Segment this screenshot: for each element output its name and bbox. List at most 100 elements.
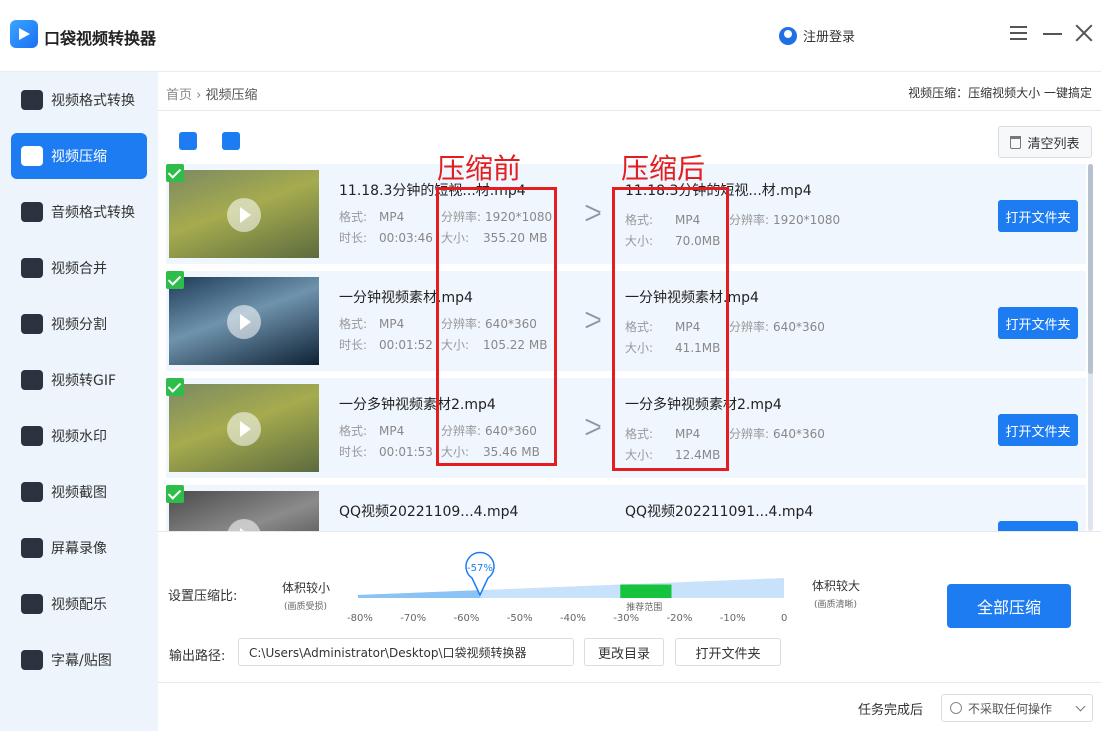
open-folder-button[interactable]: 打开文件夹 (998, 521, 1078, 531)
app-title: 口袋视频转换器 (44, 29, 157, 48)
prohibit-icon (950, 702, 962, 714)
sidebar-item-record[interactable]: 屏幕录像 (11, 525, 147, 571)
watermark-icon (21, 426, 43, 446)
record-icon (21, 538, 43, 558)
annotation-after-box (612, 187, 729, 471)
subtitle-icon (21, 650, 43, 670)
slider-tick-label: -50% (506, 613, 533, 624)
sidebar-item-label: 视频配乐 (51, 597, 107, 613)
annotation-after-label: 压缩后 (621, 152, 706, 185)
breadcrumb: 首页 › 视频压缩 (166, 84, 258, 103)
source-format: 格式: MP4 (339, 424, 405, 438)
split-icon (21, 314, 43, 334)
menu-icon[interactable] (1008, 22, 1030, 44)
sidebar-item-split[interactable]: 视频分割 (11, 301, 147, 347)
slider-tick-label: -40% (560, 613, 586, 624)
change-directory-button[interactable]: 更改目录 (584, 638, 664, 666)
sidebar-item-audio-convert[interactable]: 音频格式转换 (11, 189, 147, 235)
close-icon[interactable] (1073, 22, 1095, 44)
breadcrumb-current: 视频压缩 (205, 88, 258, 103)
sidebar-item-gif[interactable]: 视频转GIF (11, 357, 147, 403)
compression-slider[interactable] (358, 578, 784, 598)
compression-ratio-label: 设置压缩比: (168, 589, 238, 604)
check-icon[interactable] (166, 378, 184, 396)
sidebar-item-label: 音频格式转换 (51, 205, 135, 221)
sidebar-item-watermark[interactable]: 视频水印 (11, 413, 147, 459)
compress-all-button[interactable]: 全部压缩 (947, 584, 1071, 628)
source-duration: 时长: 00:03:46 (339, 231, 433, 245)
slider-handle[interactable]: -57% (464, 550, 496, 596)
app-logo-icon (10, 20, 38, 48)
check-icon[interactable] (166, 164, 184, 182)
trash-icon (1010, 135, 1022, 149)
open-folder-button[interactable]: 打开文件夹 (998, 200, 1078, 232)
play-icon[interactable] (227, 412, 261, 446)
video-thumbnail[interactable] (169, 491, 319, 531)
sidebar-item-subtitle[interactable]: 字幕/贴图 (11, 637, 147, 683)
open-output-folder-button[interactable]: 打开文件夹 (675, 638, 781, 666)
sidebar-item-label: 字幕/贴图 (51, 653, 112, 669)
gif-icon (21, 370, 43, 390)
slider-tick-label: -80% (347, 613, 373, 624)
large-size-label: 体积较大 (812, 579, 861, 593)
sidebar-item-screenshot[interactable]: 视频截图 (11, 469, 147, 515)
source-duration: 时长: 00:01:53 (339, 445, 433, 459)
recommended-range-label: 推荐范围 (626, 603, 663, 613)
compress-icon (21, 146, 43, 166)
clear-list-button[interactable]: 清空列表 (998, 126, 1092, 158)
shuffle-icon (585, 311, 601, 329)
output-path-input[interactable]: C:\Users\Administrator\Desktop\口袋视频转换器 (238, 638, 574, 666)
login-label: 注册登录 (803, 30, 856, 45)
open-folder-button[interactable]: 打开文件夹 (998, 414, 1078, 446)
sidebar-item-merge[interactable]: 视频合并 (11, 245, 147, 291)
shuffle-icon (585, 418, 601, 436)
sidebar-item-label: 视频转GIF (51, 373, 117, 389)
sidebar-item-video-convert[interactable]: 视频格式转换 (11, 77, 147, 123)
user-icon (779, 26, 797, 45)
slider-fill (358, 590, 481, 598)
divider (158, 682, 1101, 683)
list-scrollbar[interactable] (1088, 164, 1093, 531)
breadcrumb-home[interactable]: 首页 (166, 88, 192, 103)
audio-convert-icon (21, 202, 43, 222)
slider-tick-label: -70% (400, 613, 427, 624)
sidebar-item-compress[interactable]: 视频压缩 (11, 133, 147, 179)
sidebar-item-label: 屏幕录像 (51, 541, 107, 557)
source-file-name: QQ视频20221109...4.mp4 (339, 504, 519, 520)
slider-tick-label: -30% (613, 613, 640, 624)
play-icon[interactable] (227, 198, 261, 232)
scrollbar-thumb[interactable] (1088, 164, 1093, 374)
small-size-label: 体积较小 (282, 581, 331, 595)
title-bar: 口袋视频转换器 注册登录 (0, 0, 1101, 72)
video-thumbnail[interactable] (169, 170, 319, 258)
annotation-before-box (436, 187, 557, 466)
play-icon[interactable] (227, 519, 261, 531)
page-slogan: 视频压缩：压缩视频大小 一键搞定 (908, 86, 1092, 100)
add-folder-icon[interactable] (222, 132, 240, 150)
check-icon[interactable] (166, 485, 184, 503)
add-video-icon[interactable] (179, 132, 197, 150)
login-button[interactable]: 注册登录 (779, 26, 855, 45)
after-task-label: 任务完成后 (858, 703, 924, 718)
video-thumbnail[interactable] (169, 277, 319, 365)
compression-settings: 设置压缩比: 体积较小 (画质受损) 体积较大 (画质清晰) -80% -70% -… (158, 531, 1101, 731)
slider-tick-label: -60% (453, 613, 480, 624)
output-resolution: 分辨率: 640*360 (729, 320, 825, 334)
video-thumbnail[interactable] (169, 384, 319, 472)
open-folder-button[interactable]: 打开文件夹 (998, 307, 1078, 339)
chevron-down-icon (1075, 701, 1086, 712)
check-icon[interactable] (166, 271, 184, 289)
minimize-icon[interactable] (1042, 22, 1064, 44)
output-path-label: 输出路径: (169, 649, 226, 664)
sidebar-item-label: 视频格式转换 (51, 93, 135, 109)
slider-tick-label: 0 (781, 613, 788, 624)
source-duration: 时长: 00:01:52 (339, 338, 433, 352)
slider-tick-label: -10% (719, 613, 746, 624)
file-row: QQ视频20221109...4.mp4 QQ视频202211091...4.mp… (166, 485, 1086, 531)
after-task-value: 不采取任何操作 (968, 701, 1053, 716)
after-task-select[interactable]: 不采取任何操作 (941, 694, 1093, 722)
sidebar-item-music[interactable]: 视频配乐 (11, 581, 147, 627)
play-icon[interactable] (227, 305, 261, 339)
small-size-note: (画质受损) (284, 602, 328, 612)
sidebar-item-label: 视频截图 (51, 485, 107, 501)
